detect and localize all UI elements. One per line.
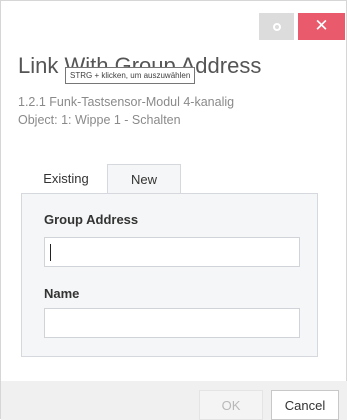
device-subtitle: 1.2.1 Funk-Tastsensor-Modul 4-kanalig [18, 95, 235, 109]
object-subtitle: Object: 1: Wippe 1 - Schalten [18, 113, 181, 127]
close-icon: ✕ [314, 16, 329, 36]
tab-new[interactable]: New [107, 164, 181, 194]
tooltip: STRG + klicken, um auszuwählen [65, 67, 196, 84]
group-address-input[interactable] [44, 237, 300, 267]
new-tab-panel: Group Address Name [21, 193, 318, 357]
text-caret [50, 244, 51, 261]
restore-icon [272, 22, 281, 31]
group-address-label: Group Address [44, 212, 139, 227]
name-label: Name [44, 286, 80, 301]
close-button[interactable]: ✕ [298, 13, 345, 40]
dialog-footer: OK Cancel [1, 381, 347, 420]
tab-existing[interactable]: Existing [28, 164, 104, 193]
name-input[interactable] [44, 308, 300, 338]
cancel-button[interactable]: Cancel [271, 390, 339, 420]
link-group-address-dialog: ✕ Link With Group Address STRG + klicken… [0, 0, 347, 420]
ok-button[interactable]: OK [199, 390, 263, 420]
restore-button[interactable] [259, 13, 294, 40]
